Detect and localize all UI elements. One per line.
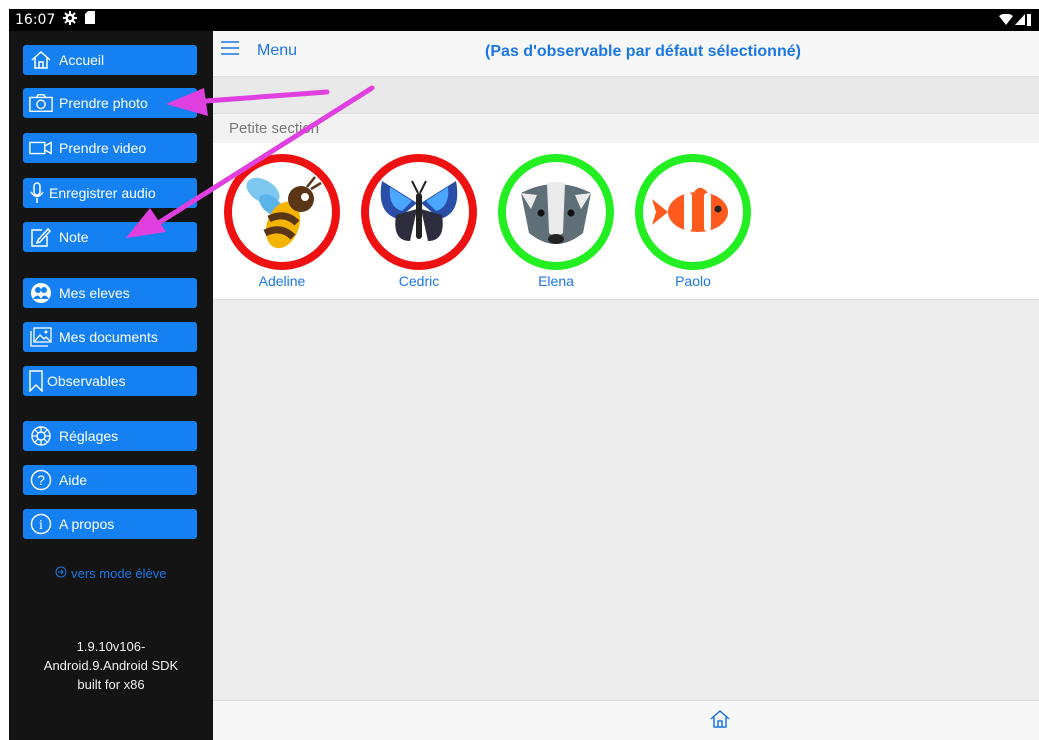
version-line: built for x86 <box>77 677 145 692</box>
login-icon <box>55 566 71 581</box>
signal-icon <box>1015 13 1025 31</box>
student-list: Adeline Cedric Elena Paolo <box>213 143 1039 300</box>
student-name: Elena <box>538 273 574 289</box>
sidebar-item-label: Mes documents <box>59 329 158 345</box>
sidebar-item-observables[interactable]: Observables <box>23 366 197 396</box>
sidebar-item-prendre-video[interactable]: Prendre video <box>23 133 197 163</box>
student-mode-link[interactable]: vers mode élève <box>9 566 213 581</box>
student-card-paolo[interactable]: Paolo <box>624 153 751 293</box>
battery-icon <box>1027 13 1031 31</box>
gear-icon <box>63 10 78 30</box>
top-bar: Menu (Pas d'observable par défaut sélect… <box>213 31 1039 77</box>
frame-edge <box>0 0 9 740</box>
page-title: (Pas d'observable par défaut sélectionné… <box>485 43 801 60</box>
settings-icon <box>29 425 53 447</box>
bottom-bar <box>213 700 1039 740</box>
sidebar-item-mes-documents[interactable]: Mes documents <box>23 322 197 352</box>
camera-icon <box>29 92 53 114</box>
help-icon: ? <box>29 469 53 491</box>
sidebar-item-a-propos[interactable]: i A propos <box>23 509 197 539</box>
svg-text:i: i <box>39 518 43 533</box>
sidebar: Accueil Prendre photo Prendre video Enre… <box>9 31 213 740</box>
sidebar-item-aide[interactable]: ? Aide <box>23 465 197 495</box>
students-icon <box>29 282 53 304</box>
sidebar-item-reglages[interactable]: Réglages <box>23 421 197 451</box>
version-line: 1.9.10v106- <box>76 639 146 654</box>
section-label: Petite section <box>229 120 320 137</box>
sidebar-item-label: Réglages <box>59 428 119 444</box>
sidebar-item-label: A propos <box>59 516 115 532</box>
clownfish-icon <box>635 154 751 270</box>
sidebar-item-label: Accueil <box>59 52 105 68</box>
section-header: Petite section <box>213 113 1039 143</box>
student-name: Cedric <box>398 273 440 289</box>
main-content: Menu (Pas d'observable par défaut sélect… <box>213 31 1039 740</box>
sidebar-item-note[interactable]: Note <box>23 222 197 252</box>
sidebar-item-label: Aide <box>59 472 88 488</box>
app-frame: 16:07 Accueil Prendre photo Prendre vide… <box>0 0 1039 740</box>
bee-icon <box>224 154 340 270</box>
status-time: 16:07 <box>15 12 56 28</box>
sidebar-item-label: Observables <box>47 373 126 389</box>
student-name: Paolo <box>675 273 711 289</box>
sidebar-item-prendre-photo[interactable]: Prendre photo <box>23 88 197 118</box>
bookmark-icon <box>29 370 43 392</box>
menu-label: Menu <box>257 41 298 59</box>
filter-band <box>213 77 1039 113</box>
note-edit-icon <box>29 226 53 248</box>
home-icon[interactable] <box>709 709 731 734</box>
sidebar-item-enregistrer-audio[interactable]: Enregistrer audio <box>23 178 197 208</box>
hamburger-icon <box>221 41 239 60</box>
home-icon <box>29 49 53 71</box>
sidebar-item-label: Prendre video <box>59 140 147 156</box>
status-bar: 16:07 <box>9 9 1039 31</box>
menu-button[interactable]: Menu <box>221 41 297 60</box>
badger-icon <box>498 154 614 270</box>
microphone-icon <box>29 182 45 204</box>
video-camera-icon <box>29 137 53 159</box>
info-icon: i <box>29 513 53 535</box>
svg-text:?: ? <box>37 472 45 488</box>
student-card-adeline[interactable]: Adeline <box>213 153 340 293</box>
version-info: 1.9.10v106- Android.9.Android SDK built … <box>9 637 213 694</box>
sidebar-item-label: Prendre photo <box>59 95 148 111</box>
student-card-elena[interactable]: Elena <box>487 153 614 293</box>
version-line: Android.9.Android SDK <box>43 658 179 673</box>
sd-card-icon <box>85 11 96 29</box>
student-card-cedric[interactable]: Cedric <box>350 153 477 293</box>
sidebar-item-accueil[interactable]: Accueil <box>23 45 197 75</box>
sidebar-item-label: Note <box>59 229 89 245</box>
student-name: Adeline <box>258 273 306 289</box>
image-document-icon <box>29 326 53 348</box>
sidebar-item-label: Mes eleves <box>59 285 130 301</box>
sidebar-item-mes-eleves[interactable]: Mes eleves <box>23 278 197 308</box>
wifi-icon <box>999 13 1013 31</box>
student-mode-label: vers mode élève <box>71 566 167 581</box>
sidebar-item-label: Enregistrer audio <box>49 185 156 201</box>
butterfly-icon <box>361 154 477 270</box>
